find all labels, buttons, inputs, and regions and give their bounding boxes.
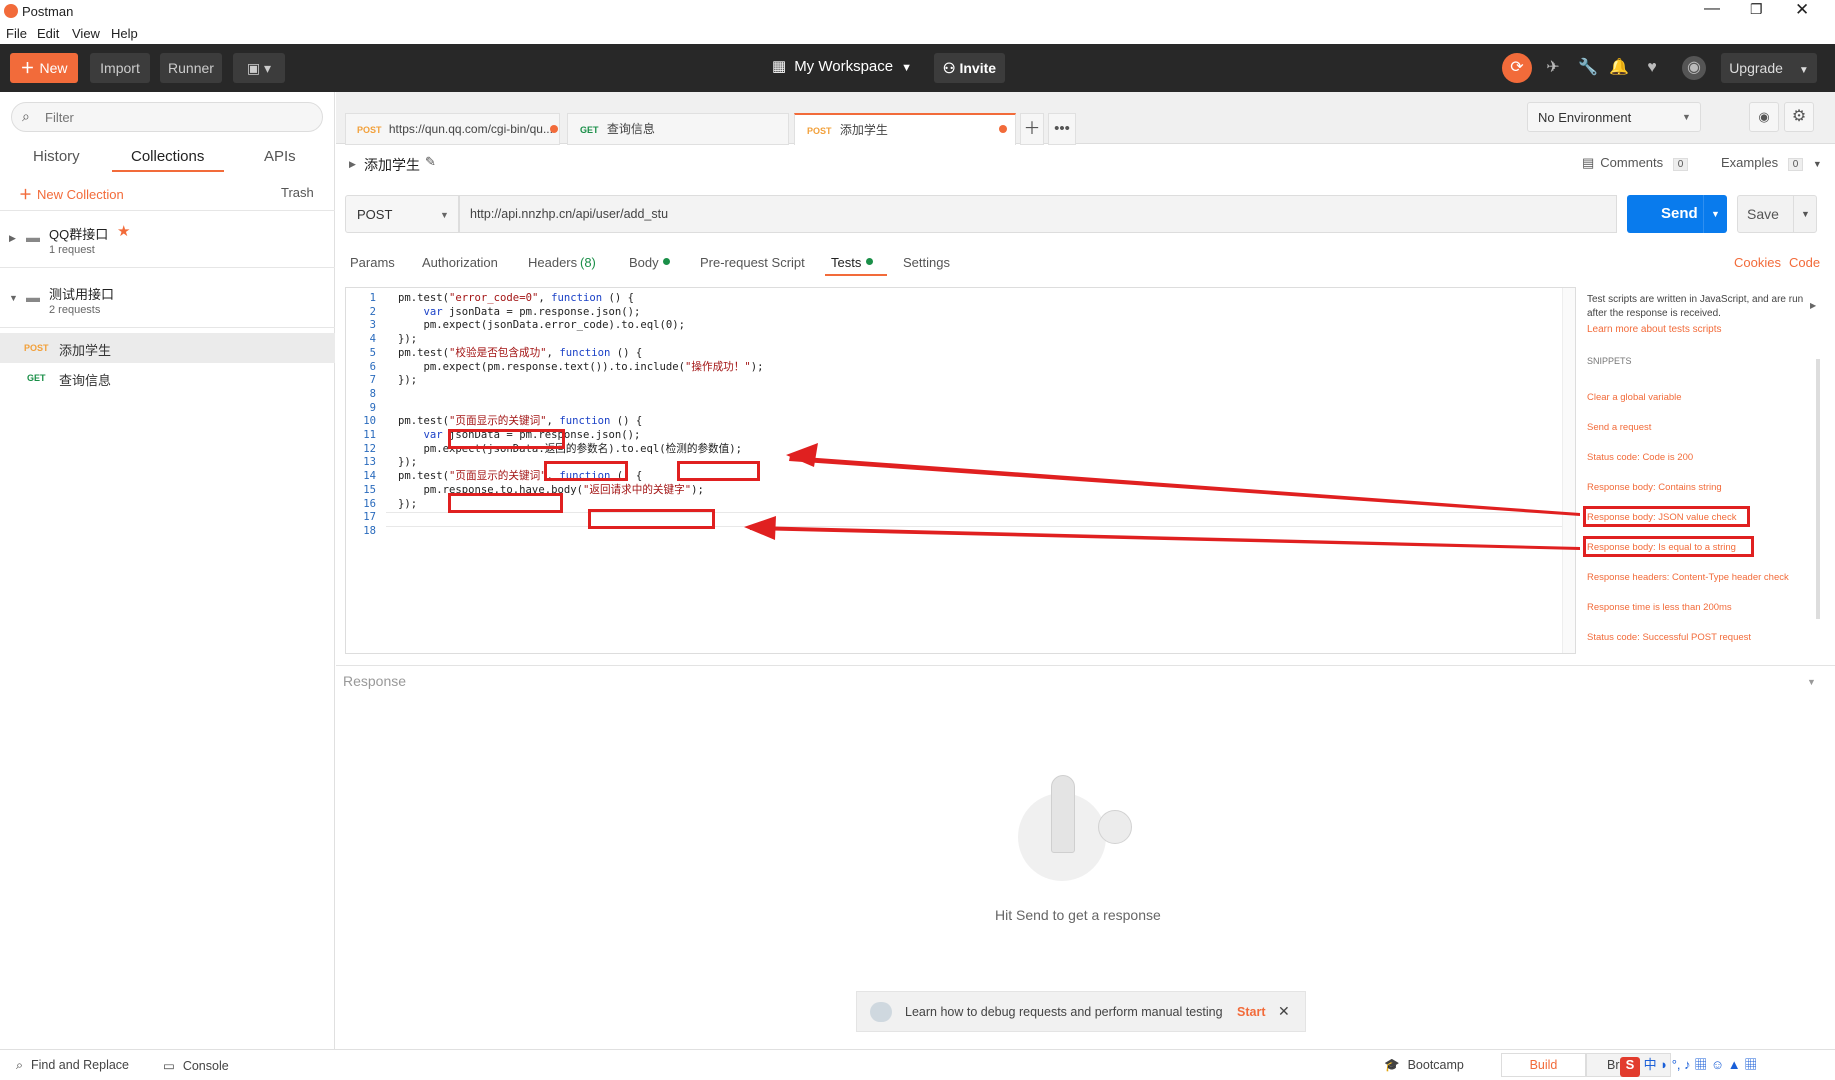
chevron-down-icon[interactable]: ▼ — [1807, 677, 1816, 687]
banner-start-link[interactable]: Start — [1237, 1005, 1265, 1019]
banner-text: Learn how to debug requests and perform … — [905, 1005, 1223, 1019]
console-icon: ▭ — [163, 1059, 175, 1073]
build-button[interactable]: Build — [1501, 1053, 1586, 1077]
bootcamp-button[interactable]: 🎓 Bootcamp — [1384, 1058, 1464, 1073]
close-icon[interactable]: ✕ — [1278, 1003, 1290, 1020]
search-icon: ⌕ — [16, 1058, 24, 1072]
postman-window: Postman — ❐ ✕ File Edit View Help ＋ New I… — [0, 0, 1835, 1080]
status-bar: ⌕ Find and Replace ▭ Console 🎓 Bootcamp Bui… — [0, 1049, 1835, 1080]
annotation-arrow — [750, 526, 1580, 550]
annotation-arrows — [744, 443, 1580, 550]
annotation-arrow — [789, 456, 1580, 516]
learning-banner: Learn how to debug requests and perform … — [856, 991, 1306, 1032]
annotation-arrow — [744, 516, 776, 540]
response-divider — [336, 665, 1835, 666]
rocket-shape — [1051, 775, 1075, 853]
ime-status-icons: 中 ◗ °, ♪ ▦ ☺ ▲ ▦ — [1643, 1057, 1758, 1072]
ime-toolbar[interactable]: S 中 ◗ °, ♪ ▦ ☺ ▲ ▦ — [1620, 1054, 1835, 1078]
robot-icon — [870, 1002, 892, 1022]
ime-logo-icon: S — [1620, 1057, 1640, 1077]
bootcamp-icon: 🎓 — [1384, 1058, 1400, 1072]
console-button[interactable]: ▭ Console — [163, 1058, 229, 1073]
response-label: Response — [343, 673, 407, 689]
response-empty-message: Hit Send to get a response — [995, 907, 1161, 923]
find-replace-button[interactable]: ⌕ Find and Replace — [16, 1058, 129, 1073]
rocket-astronaut-illustration — [1018, 775, 1143, 881]
annotation-arrow — [786, 443, 818, 467]
astronaut-shape — [1098, 810, 1132, 844]
